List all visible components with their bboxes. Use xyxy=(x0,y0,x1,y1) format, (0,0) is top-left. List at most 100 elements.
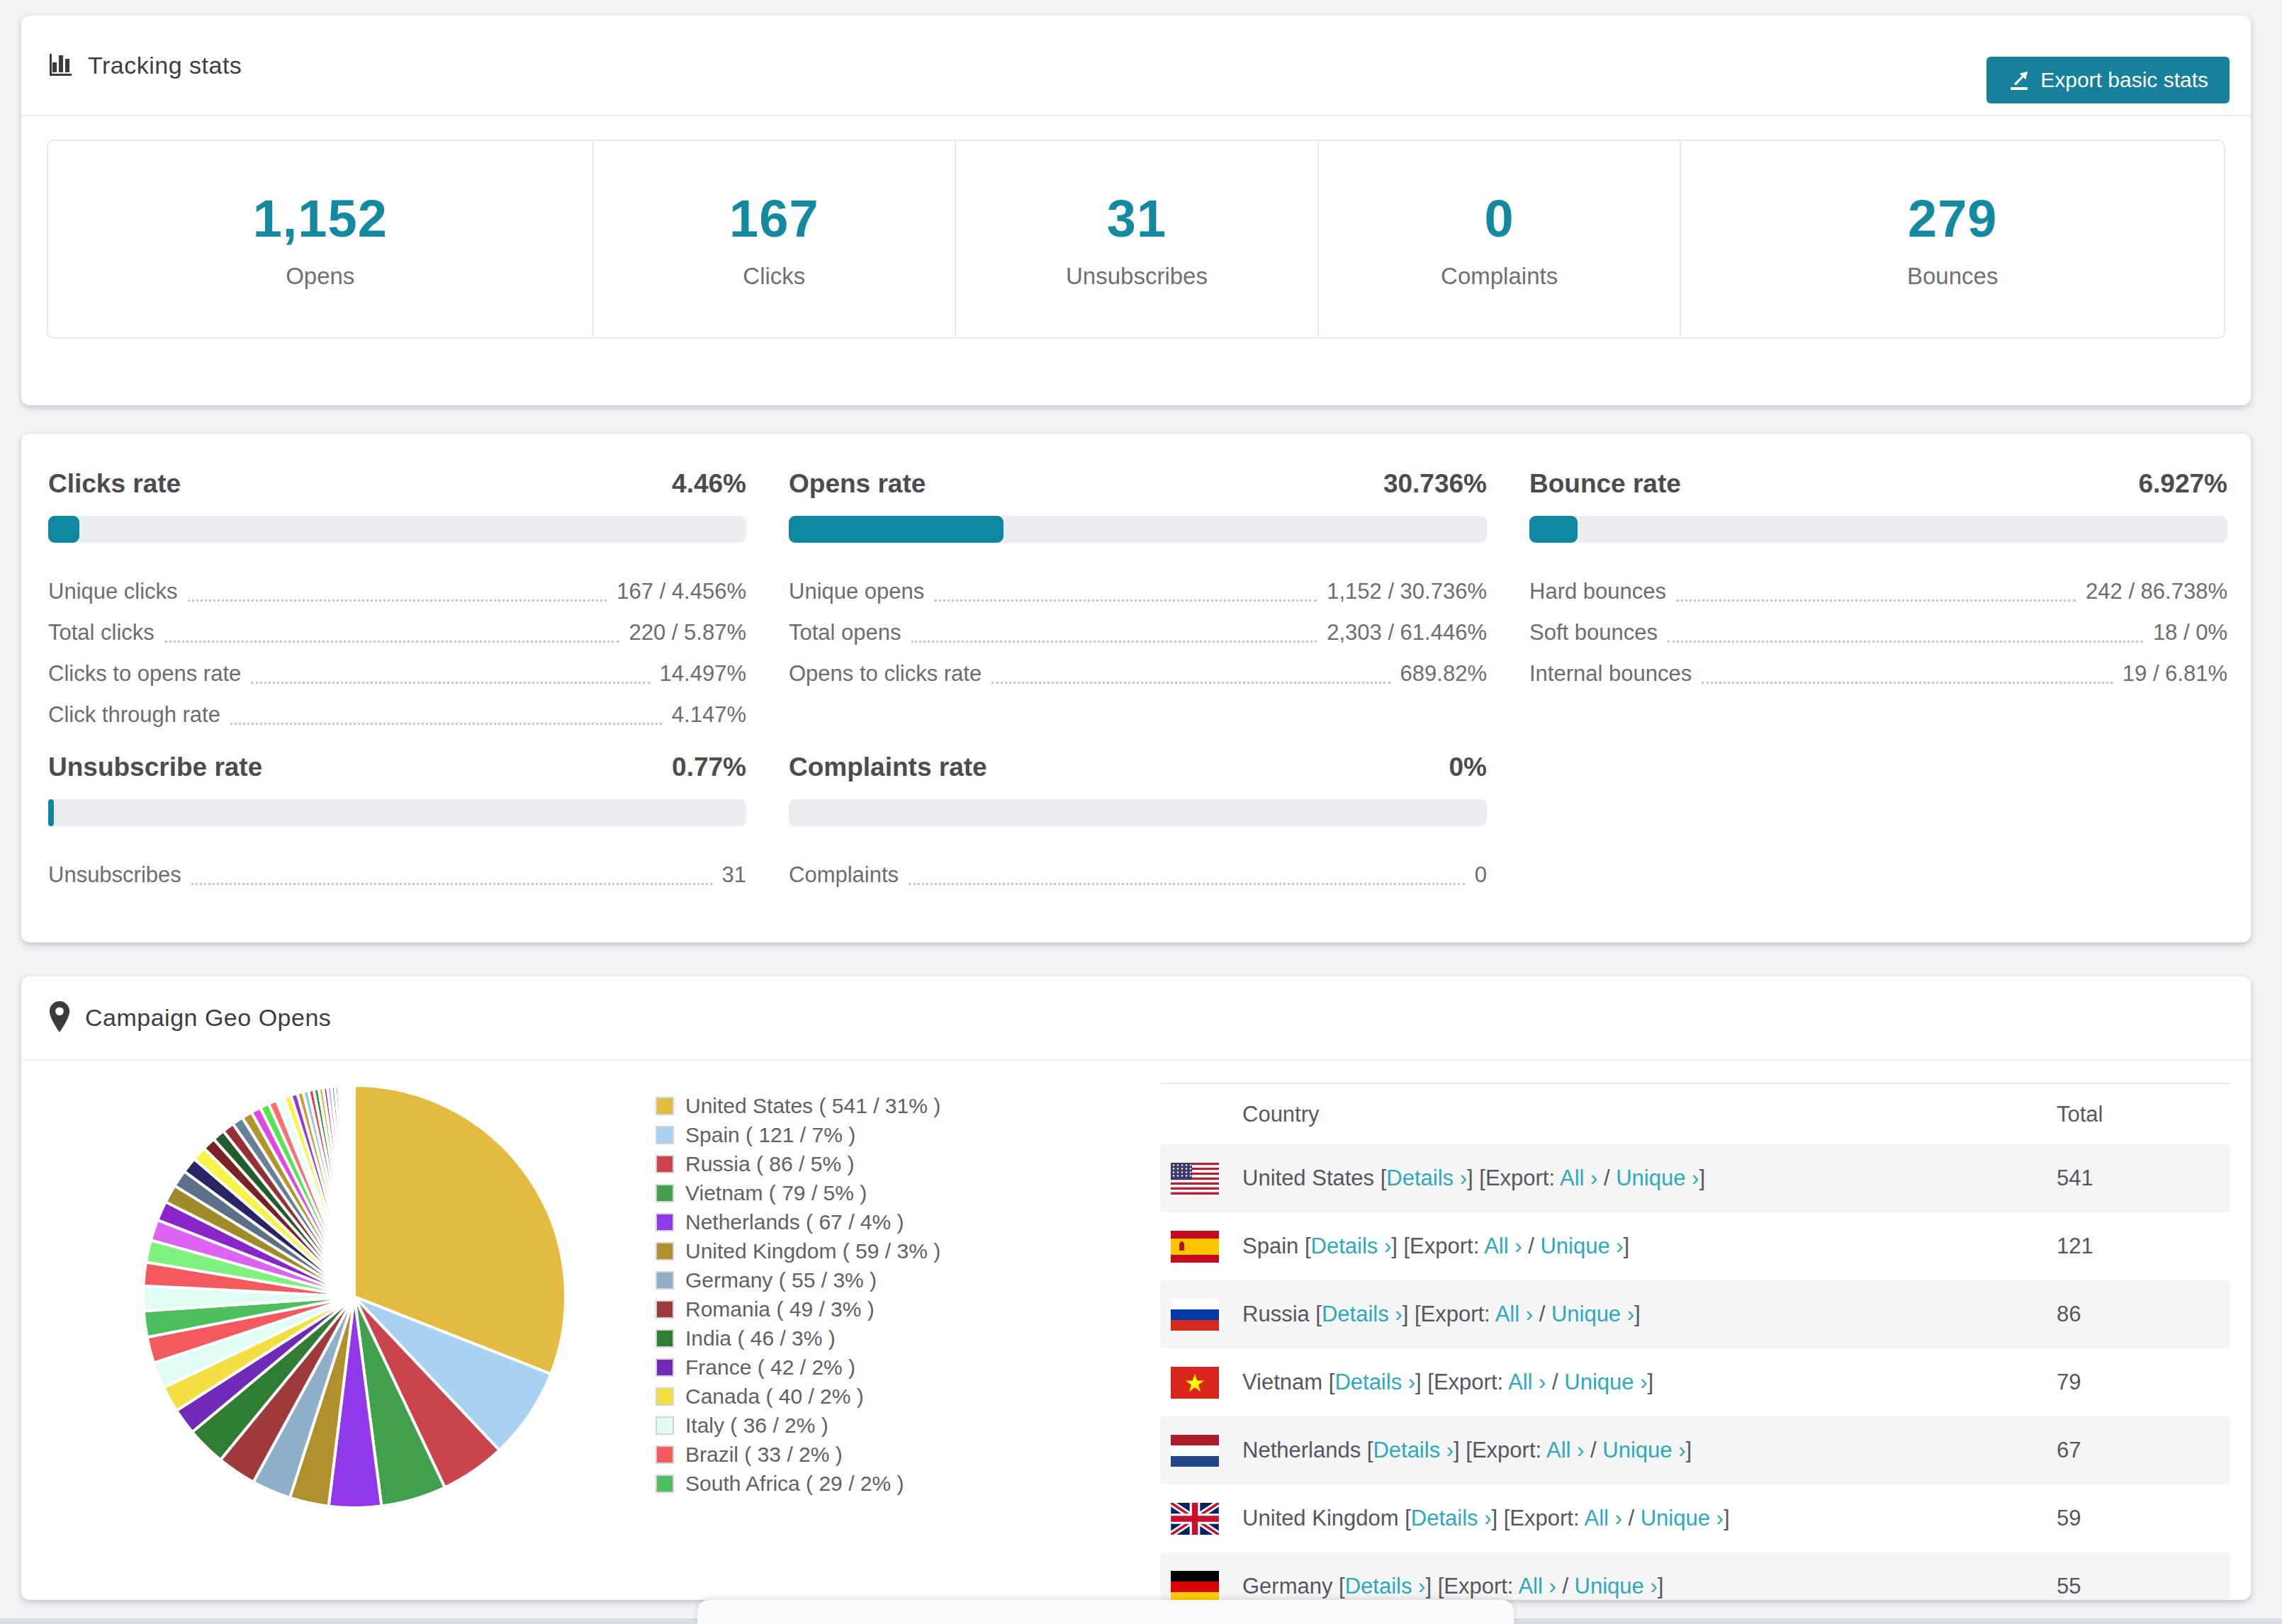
rate-row: Unsubscribes31 xyxy=(48,855,746,896)
stats-summary-row: 1,152Opens167Clicks31Unsubscribes0Compla… xyxy=(47,140,2225,339)
flag-icon-de xyxy=(1161,1571,1242,1601)
export-unique-link[interactable]: Unique › xyxy=(1575,1574,1658,1598)
legend-swatch xyxy=(656,1126,674,1144)
rate-row-label: Click through rate xyxy=(48,702,220,728)
legend-item-br: Brazil ( 33 / 2% ) xyxy=(656,1440,940,1469)
rate-row-label: Internal bounces xyxy=(1529,661,1692,687)
flag-icon-gb xyxy=(1161,1503,1242,1535)
details-link[interactable]: Details › xyxy=(1334,1370,1415,1394)
rate-row-label: Clicks to opens rate xyxy=(48,661,241,687)
stat-value: 279 xyxy=(1908,188,1997,249)
rate-section-clicks-rate: Clicks rate4.46% Unique clicks167 / 4.45… xyxy=(48,469,746,735)
legend-item-in: India ( 46 / 3% ) xyxy=(656,1324,940,1353)
export-unique-link[interactable]: Unique › xyxy=(1551,1302,1634,1326)
legend-item-za: South Africa ( 29 / 2% ) xyxy=(656,1469,940,1498)
export-all-link[interactable]: All › xyxy=(1560,1166,1597,1190)
stat-value: 0 xyxy=(1485,188,1514,249)
rate-progress-bar xyxy=(1529,516,2227,543)
export-unique-link[interactable]: Unique › xyxy=(1540,1234,1623,1258)
pie-legend: United States ( 541 / 31% )Spain ( 121 /… xyxy=(656,1091,940,1498)
rate-row: Click through rate4.147% xyxy=(48,694,746,735)
rate-row-value: 689.82% xyxy=(1400,661,1487,687)
rate-row-value: 19 / 6.81% xyxy=(2123,661,2227,687)
flag-icon-nl xyxy=(1161,1435,1242,1467)
export-unique-link[interactable]: Unique › xyxy=(1616,1166,1699,1190)
export-all-link[interactable]: All › xyxy=(1546,1438,1584,1462)
legend-item-ro: Romania ( 49 / 3% ) xyxy=(656,1295,940,1324)
geo-table-row-us: United States [Details ›] [Export: All ›… xyxy=(1161,1144,2230,1212)
geo-table-header-country: Country xyxy=(1242,1102,2057,1127)
rate-title: Unsubscribe rate xyxy=(48,752,262,782)
flag-icon-es xyxy=(1161,1231,1242,1263)
legend-swatch xyxy=(656,1416,674,1435)
rate-row: Soft bounces18 / 0% xyxy=(1529,612,2227,653)
details-link[interactable]: Details › xyxy=(1373,1438,1454,1462)
export-all-link[interactable]: All › xyxy=(1518,1574,1556,1598)
legend-swatch xyxy=(656,1329,674,1348)
dotted-leader xyxy=(251,682,649,684)
rate-title: Clicks rate xyxy=(48,469,181,499)
geo-row-country: United Kingdom [Details ›] [Export: All … xyxy=(1242,1506,2057,1531)
geo-table-row-vn: Vietnam [Details ›] [Export: All › / Uni… xyxy=(1161,1348,2230,1416)
export-unique-link[interactable]: Unique › xyxy=(1602,1438,1685,1462)
geo-row-country: Netherlands [Details ›] [Export: All › /… xyxy=(1242,1438,2057,1463)
export-all-link[interactable]: All › xyxy=(1508,1370,1546,1394)
legend-item-de: Germany ( 55 / 3% ) xyxy=(656,1265,940,1295)
legend-swatch xyxy=(656,1387,674,1406)
export-unique-link[interactable]: Unique › xyxy=(1564,1370,1647,1394)
dotted-leader xyxy=(1676,599,2076,602)
rate-row-value: 18 / 0% xyxy=(2153,620,2227,645)
rate-value: 30.736% xyxy=(1383,469,1487,499)
details-link[interactable]: Details › xyxy=(1322,1302,1403,1326)
rate-value: 0% xyxy=(1449,752,1487,782)
rate-title: Complaints rate xyxy=(789,752,987,782)
geo-table-row-de: Germany [Details ›] [Export: All › / Uni… xyxy=(1161,1552,2230,1600)
dotted-leader xyxy=(1702,682,2113,684)
rate-row-label: Opens to clicks rate xyxy=(789,661,982,687)
stat-value: 167 xyxy=(729,188,819,249)
dotted-leader xyxy=(1668,641,2143,643)
geo-table-row-nl: Netherlands [Details ›] [Export: All › /… xyxy=(1161,1416,2230,1484)
details-link[interactable]: Details › xyxy=(1345,1574,1426,1598)
legend-label: United Kingdom ( 59 / 3% ) xyxy=(685,1239,940,1263)
legend-label: Spain ( 121 / 7% ) xyxy=(685,1123,855,1147)
geo-row-country: Vietnam [Details ›] [Export: All › / Uni… xyxy=(1242,1370,2057,1395)
legend-label: Romania ( 49 / 3% ) xyxy=(685,1297,875,1321)
legend-swatch xyxy=(656,1358,674,1377)
export-all-link[interactable]: All › xyxy=(1484,1234,1522,1258)
rate-row-value: 2,303 / 61.446% xyxy=(1327,620,1487,645)
legend-swatch xyxy=(656,1300,674,1319)
legend-label: Vietnam ( 79 / 5% ) xyxy=(685,1181,867,1205)
geo-table-header-total: Total xyxy=(2057,1102,2230,1127)
flag-icon-us xyxy=(1161,1163,1242,1195)
map-pin-icon xyxy=(47,1000,72,1036)
details-link[interactable]: Details › xyxy=(1386,1166,1467,1190)
legend-swatch xyxy=(656,1271,674,1290)
legend-item-fr: France ( 42 / 2% ) xyxy=(656,1353,940,1382)
rate-section-bounce-rate: Bounce rate6.927% Hard bounces242 / 86.7… xyxy=(1529,469,2227,694)
export-all-link[interactable]: All › xyxy=(1584,1506,1621,1530)
export-all-link[interactable]: All › xyxy=(1495,1302,1533,1326)
rate-row: Opens to clicks rate 689.82% xyxy=(789,653,1487,694)
legend-label: France ( 42 / 2% ) xyxy=(685,1355,855,1380)
legend-label: Germany ( 55 / 3% ) xyxy=(685,1268,877,1292)
rate-value: 0.77% xyxy=(672,752,746,782)
campaign-geo-opens-card: Campaign Geo Opens United States ( 541 /… xyxy=(21,976,2251,1600)
geo-table-header: CountryTotal xyxy=(1161,1083,2230,1144)
dotted-leader xyxy=(191,883,712,885)
dotted-leader xyxy=(934,599,1317,602)
export-unique-link[interactable]: Unique › xyxy=(1641,1506,1724,1530)
details-link[interactable]: Details › xyxy=(1311,1234,1392,1258)
dotted-leader xyxy=(991,682,1390,684)
details-link[interactable]: Details › xyxy=(1411,1506,1492,1530)
export-basic-stats-button[interactable]: Export basic stats xyxy=(1986,57,2230,103)
legend-item-gb: United Kingdom ( 59 / 3% ) xyxy=(656,1236,940,1265)
bottom-overlay-bar xyxy=(697,1600,1514,1624)
stat-label: Unsubscribes xyxy=(1066,263,1208,290)
rate-row: Complaints0 xyxy=(789,855,1487,896)
rate-row: Internal bounces 19 / 6.81% xyxy=(1529,653,2227,694)
legend-swatch xyxy=(656,1213,674,1231)
rate-title: Opens rate xyxy=(789,469,926,499)
dotted-leader xyxy=(911,641,1317,643)
legend-swatch xyxy=(656,1445,674,1464)
